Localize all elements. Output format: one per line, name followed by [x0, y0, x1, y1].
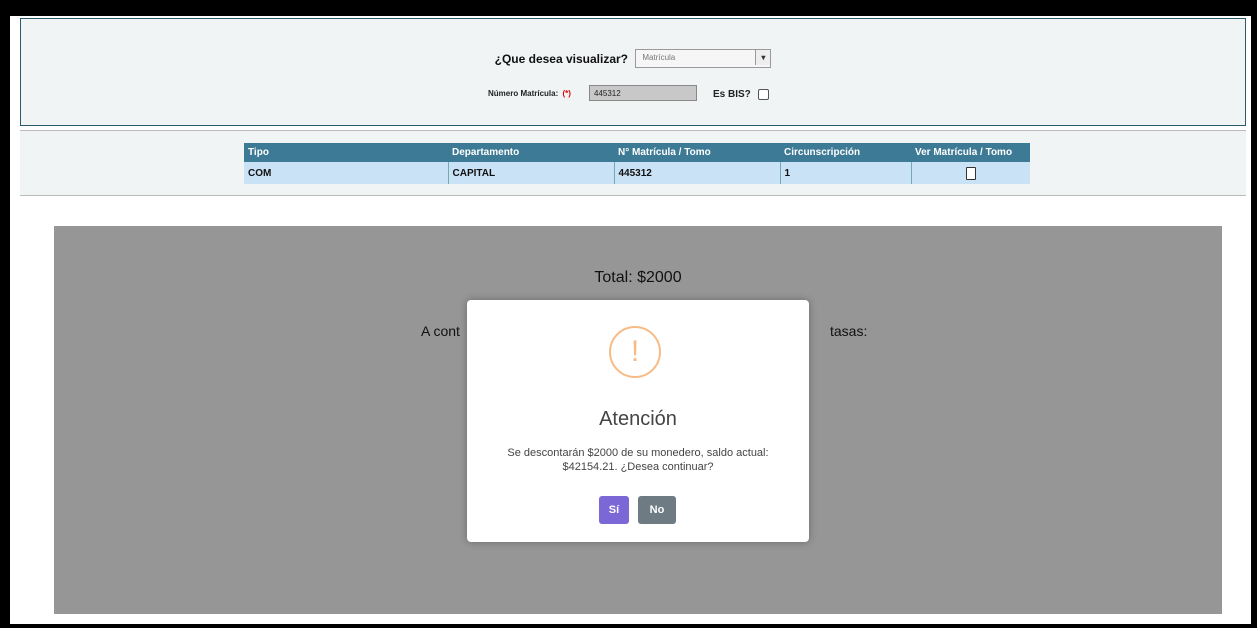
dialog-message: Se descontarán $2000 de su monedero, sal…	[507, 447, 769, 473]
numero-matricula-input[interactable]: 445312	[589, 85, 697, 101]
results-table: Tipo Departamento N° Matrícula / Tomo Ci…	[244, 143, 1030, 184]
view-selector-row: ¿Que desea visualizar? Matrícula ▾	[21, 49, 1245, 68]
view-question-label: ¿Que desea visualizar?	[494, 51, 629, 66]
view-select[interactable]: Matrícula ▾	[635, 49, 772, 68]
dialog-title: Atención	[599, 408, 677, 430]
column-header-ver-matricula: Ver Matrícula / Tomo	[911, 143, 1030, 162]
cell-circunscripcion: 1	[779, 162, 911, 184]
cell-departamento: CAPITAL	[447, 162, 614, 184]
chevron-down-icon[interactable]: ▾	[755, 50, 771, 65]
results-panel: Tipo Departamento N° Matrícula / Tomo Ci…	[20, 130, 1246, 196]
bis-checkbox[interactable]	[757, 89, 769, 100]
numero-matricula-row: Número Matrícula: (*)	[488, 89, 571, 98]
page-content: ¿Que desea visualizar? Matrícula ▾ Númer…	[18, 18, 1249, 622]
column-header-circunscripcion: Circunscripción	[780, 143, 911, 162]
table-row: COM CAPITAL 445312 1	[244, 162, 1030, 184]
total-text: Total: $2000	[594, 269, 682, 286]
cell-matricula: 445312	[613, 162, 780, 184]
modal-backdrop: Total: $2000 A cont tasas: ! Atención Se…	[54, 226, 1222, 614]
partial-text-right: tasas:	[830, 323, 868, 339]
column-header-matricula: N° Matrícula / Tomo	[614, 143, 780, 162]
yes-button[interactable]: Sí	[599, 496, 629, 524]
no-button[interactable]: No	[638, 496, 676, 524]
document-icon[interactable]	[965, 166, 976, 180]
required-mark: (*)	[562, 89, 571, 98]
table-header-row: Tipo Departamento N° Matrícula / Tomo Ci…	[244, 143, 1030, 162]
cell-ver-matricula	[910, 162, 1030, 184]
warning-icon: !	[609, 326, 661, 378]
view-select-value: Matrícula	[642, 53, 676, 62]
bis-label: Es BIS?	[713, 89, 751, 101]
column-header-departamento: Departamento	[448, 143, 614, 162]
search-panel: ¿Que desea visualizar? Matrícula ▾ Númer…	[20, 18, 1246, 126]
confirm-dialog: ! Atención Se descontarán $2000 de su mo…	[467, 300, 809, 542]
partial-text-left: A cont	[421, 323, 460, 339]
numero-matricula-label: Número Matrícula:	[488, 89, 559, 98]
bis-row: Es BIS?	[713, 89, 769, 100]
column-header-tipo: Tipo	[244, 143, 448, 162]
cell-tipo: COM	[244, 162, 448, 184]
